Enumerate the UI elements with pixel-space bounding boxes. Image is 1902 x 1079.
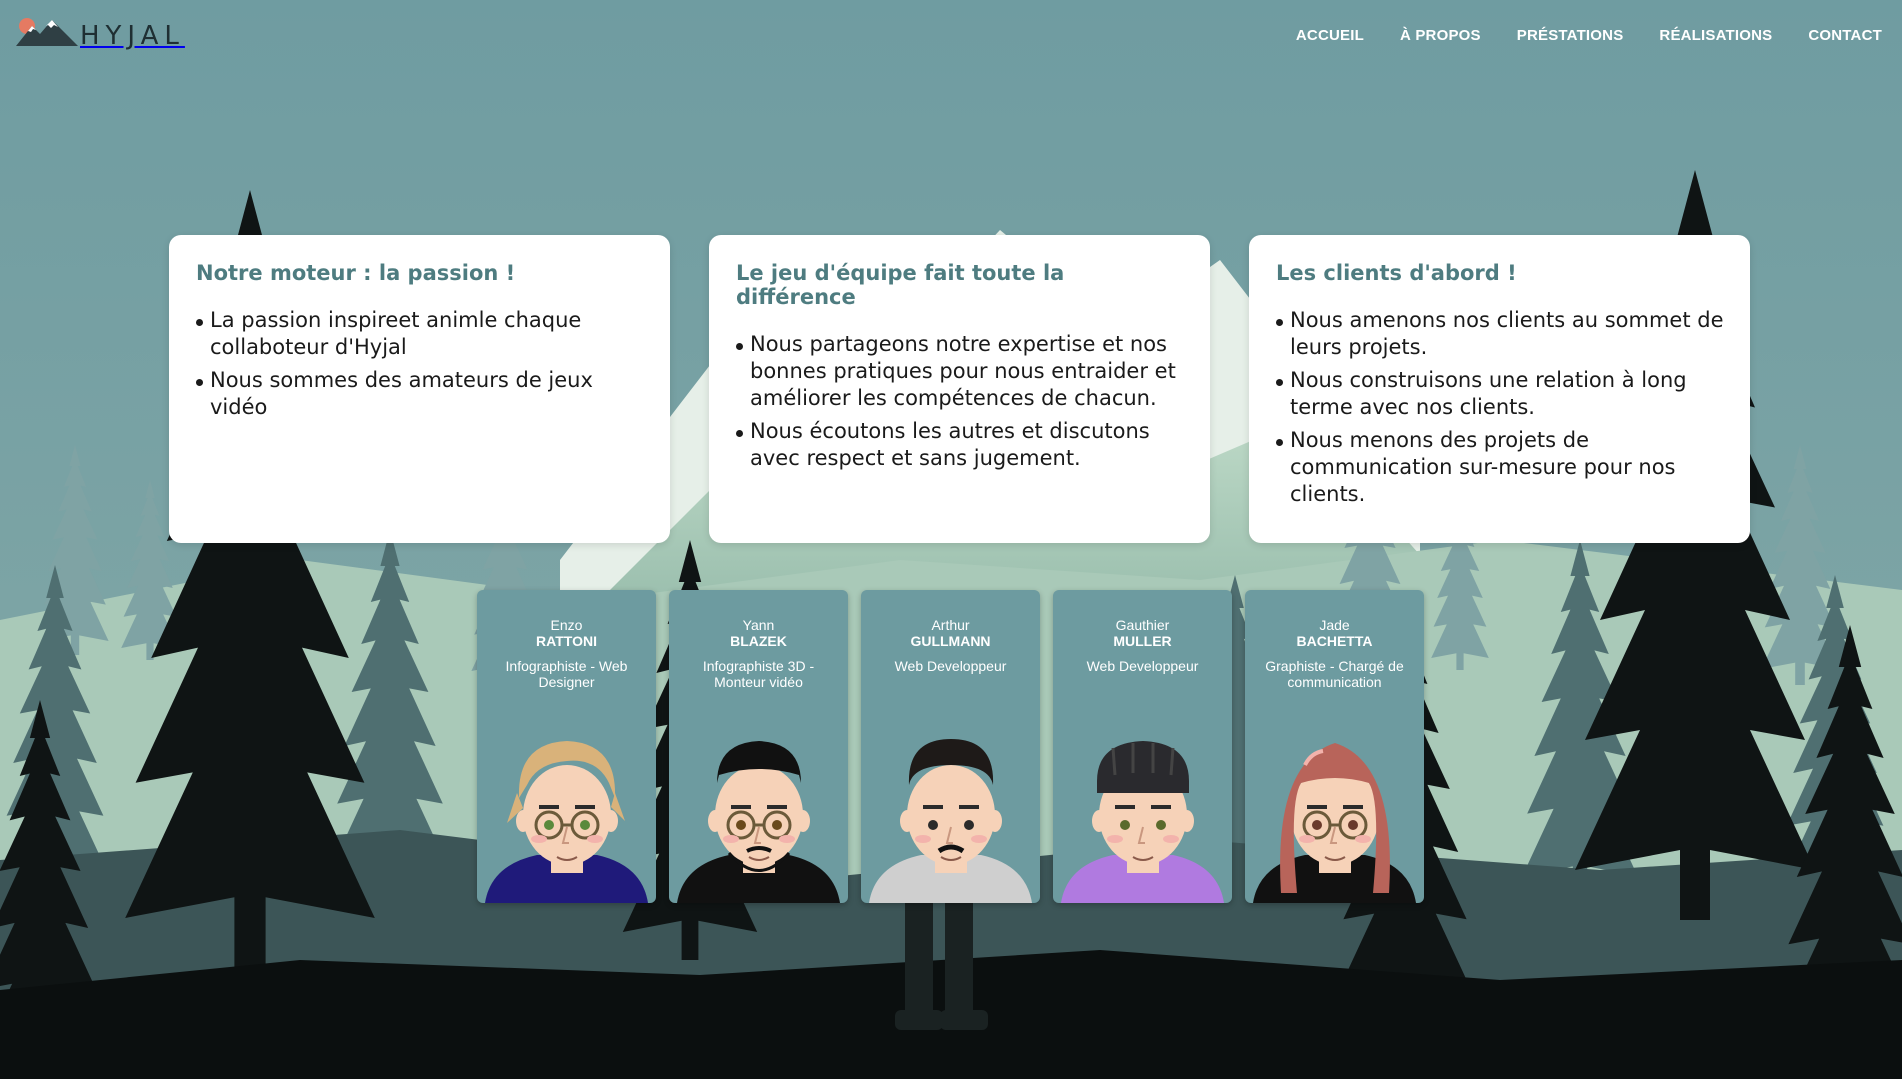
value-point: Nous écoutons les autres et discutons av…: [736, 418, 1184, 472]
site-header: HYJAL ACCUEIL À PROPOS PRÉSTATIONS RÉALI…: [0, 0, 1902, 75]
value-point: Nous construisons une relation à long te…: [1276, 367, 1724, 421]
value-point: Nous menons des projets de communication…: [1276, 427, 1724, 508]
nav-realisations[interactable]: RÉALISATIONS: [1659, 27, 1772, 44]
value-card-passion: Notre moteur : la passion ! La passion i…: [169, 235, 670, 543]
member-avatar-icon: [869, 739, 1032, 903]
team-section: Enzo RATTONI Infographiste - Web Designe…: [477, 590, 1424, 903]
member-last-name: RATTONI: [536, 633, 597, 649]
member-last-name: BLAZEK: [730, 633, 787, 649]
nav-prestations[interactable]: PRÉSTATIONS: [1517, 27, 1624, 44]
team-member-card: Yann BLAZEK Infographiste 3D - Monteur v…: [669, 590, 848, 903]
member-role: Web Developpeur: [894, 658, 1007, 674]
nav-a-propos[interactable]: À PROPOS: [1400, 27, 1481, 44]
value-point: La passion inspireet animle chaque colla…: [196, 307, 644, 361]
mountain-logo-icon: [16, 18, 78, 46]
member-last-name: BACHETTA: [1296, 633, 1373, 649]
value-card-title: Les clients d'abord !: [1276, 261, 1517, 285]
brand-logo[interactable]: HYJAL: [16, 16, 185, 51]
member-first-name: Enzo: [550, 617, 583, 633]
main-nav: ACCUEIL À PROPOS PRÉSTATIONS RÉALISATION…: [1296, 27, 1882, 44]
team-member-card: Jade BACHETTA Graphiste - Chargé de comm…: [1245, 590, 1424, 903]
value-card-list: Nous amenons nos clients au sommet de le…: [1276, 307, 1724, 508]
member-avatar-icon: [485, 741, 648, 903]
value-card-list: Nous partageons notre expertise et nos b…: [736, 331, 1184, 472]
member-role: Infographiste 3D - Monteur vidéo: [702, 658, 815, 690]
member-last-name: GULLMANN: [910, 633, 991, 649]
value-card-clients: Les clients d'abord ! Nous amenons nos c…: [1249, 235, 1750, 543]
member-avatar-icon: [1253, 743, 1416, 903]
values-section: Notre moteur : la passion ! La passion i…: [169, 235, 1750, 543]
member-first-name: Jade: [1319, 617, 1350, 633]
member-role: Infographiste - Web Designer: [505, 658, 628, 690]
member-first-name: Gauthier: [1115, 617, 1170, 633]
team-member-card: Gauthier MULLER Web Developpeur: [1053, 590, 1232, 903]
member-avatar-icon: [677, 741, 840, 903]
member-last-name: MULLER: [1113, 633, 1172, 649]
member-avatar-icon: [1061, 741, 1224, 903]
team-member-card: Enzo RATTONI Infographiste - Web Designe…: [477, 590, 656, 903]
nav-contact[interactable]: CONTACT: [1808, 27, 1882, 44]
value-point: Nous sommes des amateurs de jeux vidéo: [196, 367, 644, 421]
value-card-teamwork: Le jeu d'équipe fait toute la différence…: [709, 235, 1210, 543]
value-card-title: Le jeu d'équipe fait toute la différence: [736, 261, 1065, 309]
member-first-name: Yann: [742, 617, 775, 633]
value-point: Nous partageons notre expertise et nos b…: [736, 331, 1184, 412]
team-member-card: Arthur GULLMANN Web Developpeur: [861, 590, 1040, 903]
value-card-title: Notre moteur : la passion !: [196, 261, 516, 285]
value-card-list: La passion inspireet animle chaque colla…: [196, 307, 644, 421]
member-first-name: Arthur: [931, 617, 970, 633]
brand-name: HYJAL: [80, 21, 185, 51]
member-role: Graphiste - Chargé de communication: [1265, 658, 1404, 690]
member-role: Web Developpeur: [1086, 658, 1199, 674]
nav-accueil[interactable]: ACCUEIL: [1296, 27, 1364, 44]
value-point: Nous amenons nos clients au sommet de le…: [1276, 307, 1724, 361]
